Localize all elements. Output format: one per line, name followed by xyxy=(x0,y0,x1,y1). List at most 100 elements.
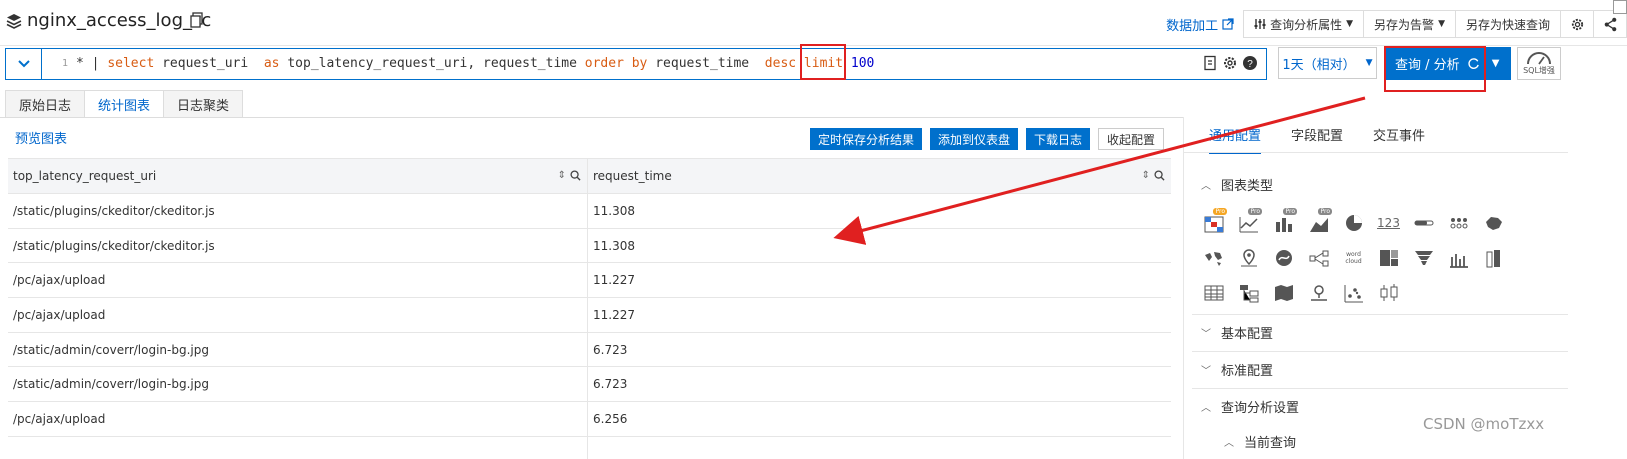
table-row[interactable]: /static/admin/coverr/login-bg.jpg 6.723 xyxy=(8,367,1171,403)
collapse-config-button[interactable]: 收起配置 xyxy=(1098,128,1165,150)
tab-0[interactable]: 原始日志 xyxy=(5,90,86,118)
sankey-icon[interactable] xyxy=(1301,240,1336,275)
amap-icon[interactable] xyxy=(1231,240,1266,275)
china-map-icon[interactable] xyxy=(1476,205,1511,240)
doc-icon[interactable] xyxy=(1202,55,1218,71)
help-icon[interactable]: ? xyxy=(1242,55,1258,71)
config-tab-1[interactable]: 字段配置 xyxy=(1291,125,1343,154)
world-map-icon[interactable] xyxy=(1196,240,1231,275)
config-tab-0[interactable]: 通用配置 xyxy=(1209,125,1262,154)
column-header[interactable]: top_latency_request_uri ⇕ xyxy=(8,159,588,193)
sort-icon[interactable]: ⇕ xyxy=(1142,170,1150,181)
table-cell: /pc/ajax/upload xyxy=(8,263,588,298)
result-table: top_latency_request_uri ⇕ request_time ⇕… xyxy=(8,158,1171,459)
tab-1[interactable]: 统计图表 xyxy=(84,90,165,118)
query-token: request_uri xyxy=(154,56,264,71)
section-standard-config[interactable]: ﹀ 标准配置 xyxy=(1201,360,1273,379)
table-cell xyxy=(8,436,588,459)
bar-icon[interactable] xyxy=(1476,240,1511,275)
dots-table-icon[interactable] xyxy=(1441,205,1476,240)
search-icon[interactable] xyxy=(570,170,581,181)
search-icon[interactable] xyxy=(1154,170,1165,181)
caret-down-icon: ▼ xyxy=(1346,19,1354,29)
data-processing-link[interactable]: 数据加工 xyxy=(1166,15,1234,34)
query-tools: ? xyxy=(1202,55,1258,71)
save-quick-query-button[interactable]: 另存为快速查询 xyxy=(1454,10,1561,38)
table-cell: 6.723 xyxy=(593,342,628,357)
gear-icon[interactable] xyxy=(1222,55,1238,71)
progress-bar-icon[interactable] xyxy=(1406,205,1441,240)
watermark: CSDN @moTzxx xyxy=(1423,415,1545,433)
section-chart-type[interactable]: ︿ 图表类型 xyxy=(1201,175,1273,194)
table-cell: /pc/ajax/upload xyxy=(8,298,588,332)
query-text[interactable]: * | select request_uri as top_latency_re… xyxy=(76,56,874,71)
view-tabs: 原始日志 统计图表 日志聚类 xyxy=(5,90,244,118)
download-log-button[interactable]: 下载日志 xyxy=(1026,128,1091,150)
copy-icon[interactable] xyxy=(190,12,204,28)
section-current-query[interactable]: ︿ 当前查询 xyxy=(1224,432,1296,451)
save-alert-label: 另存为告警 xyxy=(1374,17,1435,32)
treemap-icon[interactable] xyxy=(1371,240,1406,275)
section-label: 标准配置 xyxy=(1221,364,1274,379)
schedule-save-button[interactable]: 定时保存分析结果 xyxy=(810,128,923,150)
share-button[interactable] xyxy=(1593,10,1627,38)
config-tab-2[interactable]: 交互事件 xyxy=(1373,125,1425,154)
table-row[interactable]: /pc/ajax/upload 6.256 xyxy=(8,402,1171,437)
table-cell: 11.308 xyxy=(593,238,635,253)
table-row[interactable]: /pc/ajax/upload 11.227 xyxy=(8,298,1171,333)
time-range-label: 1天（相对） xyxy=(1282,57,1356,73)
pro-bar-icon[interactable]: Pro xyxy=(1266,205,1301,240)
svg-text:?: ? xyxy=(1247,59,1253,70)
column-tools: ⇕ xyxy=(1142,170,1165,181)
chart-type-grid: Pro Pro Pro Pro 123 word cloud xyxy=(1196,205,1511,310)
topology-icon[interactable] xyxy=(1231,275,1266,310)
settings-button[interactable] xyxy=(1560,10,1594,38)
external-link-icon xyxy=(1222,18,1234,30)
table-row[interactable] xyxy=(8,436,1171,459)
boxplot-icon[interactable] xyxy=(1371,275,1406,310)
expand-toggle[interactable] xyxy=(6,49,42,79)
table-icon[interactable] xyxy=(1196,275,1231,310)
sort-icon[interactable]: ⇕ xyxy=(558,170,566,181)
top-bar: nginx_access_log_zc 数据加工 查询分析属性 ▼ 另存为告警 … xyxy=(0,0,1627,46)
table-row[interactable]: /pc/ajax/upload 11.227 xyxy=(8,263,1171,299)
pro-badge: Pro xyxy=(1248,208,1262,215)
section-label: 当前查询 xyxy=(1244,436,1297,451)
query-token: 100 xyxy=(850,56,875,71)
query-token: request_time xyxy=(647,56,765,71)
tab-2[interactable]: 日志聚类 xyxy=(163,90,244,118)
pie-chart-icon[interactable] xyxy=(1336,205,1371,240)
sql-enhance-button[interactable]: SQL增强 xyxy=(1517,47,1561,80)
section-divider xyxy=(1192,351,1568,352)
add-to-dashboard-button[interactable]: 添加到仪表盘 xyxy=(930,128,1019,150)
table-row[interactable]: /static/admin/coverr/login-bg.jpg 6.723 xyxy=(8,332,1171,368)
flow-icon[interactable] xyxy=(1266,240,1301,275)
save-alert-button[interactable]: 另存为告警 ▼ xyxy=(1363,10,1456,38)
header-actions: 数据加工 查询分析属性 ▼ 另存为告警 ▼ 另存为快速查询 xyxy=(1166,10,1627,38)
pro-line-icon[interactable]: Pro xyxy=(1231,205,1266,240)
table-row[interactable]: /static/plugins/ckeditor/ckeditor.js 11.3… xyxy=(8,228,1171,264)
number-icon[interactable]: 123 xyxy=(1371,205,1406,240)
section-label: 查询分析设置 xyxy=(1221,401,1300,416)
logstore-name: nginx_access_log_zc xyxy=(27,10,212,31)
word-cloud-icon[interactable]: word cloud xyxy=(1336,240,1371,275)
time-range-select[interactable]: 1天（相对） ▼ xyxy=(1278,47,1377,79)
query-props-button[interactable]: 查询分析属性 ▼ xyxy=(1243,10,1365,38)
pro-area-icon[interactable]: Pro xyxy=(1301,205,1336,240)
column-header[interactable]: request_time ⇕ xyxy=(588,159,1171,193)
query-editor[interactable]: 1 * | select request_uri as top_latency_… xyxy=(5,48,1267,80)
map-pin-icon[interactable] xyxy=(1301,275,1336,310)
table-row[interactable]: /static/plugins/ckeditor/ckeditor.js 11.3… xyxy=(8,194,1171,229)
preview-chart-title[interactable]: 预览图表 xyxy=(15,128,67,147)
section-query-settings[interactable]: ︿ 查询分析设置 xyxy=(1201,397,1299,416)
scatter-icon[interactable] xyxy=(1336,275,1371,310)
area-map-icon[interactable] xyxy=(1266,275,1301,310)
caret-down-icon: ▼ xyxy=(1438,19,1445,29)
speedometer-icon xyxy=(1527,52,1551,65)
column-icon[interactable] xyxy=(1441,240,1476,275)
config-panel: 通用配置 字段配置 交互事件 ︿ 图表类型 Pro Pro Pro Pro 123 word … xyxy=(1183,117,1627,459)
pro-table-icon[interactable]: Pro xyxy=(1196,205,1231,240)
funnel-icon[interactable] xyxy=(1406,240,1441,275)
column-header-label: top_latency_request_uri xyxy=(13,169,157,183)
section-basic-config[interactable]: ﹀ 基本配置 xyxy=(1201,323,1273,342)
